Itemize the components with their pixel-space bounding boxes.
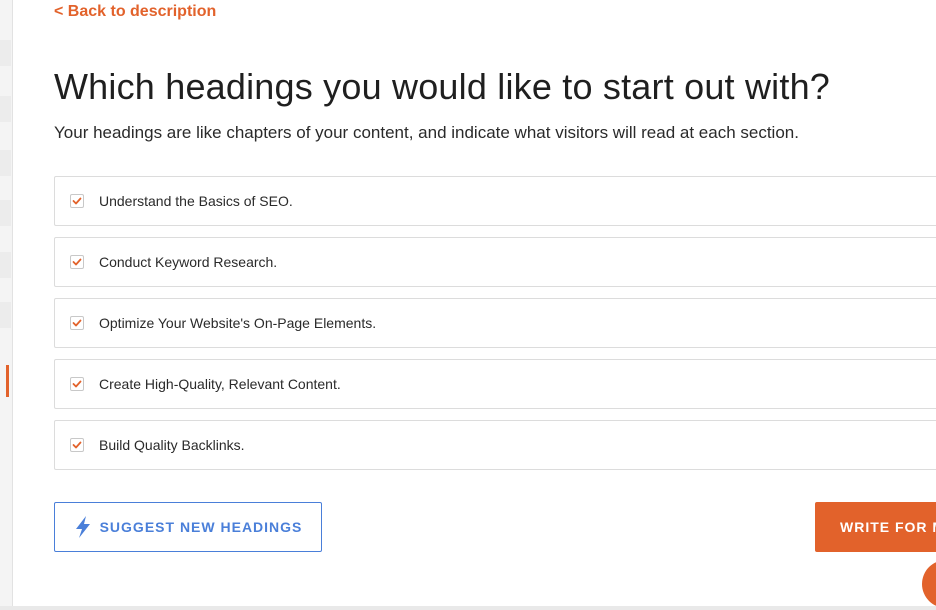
heading-option[interactable]: Conduct Keyword Research.	[54, 237, 936, 287]
heading-label: Conduct Keyword Research.	[99, 254, 278, 270]
sidebar-edge	[0, 0, 13, 610]
heading-label: Build Quality Backlinks.	[99, 437, 245, 453]
checkmark-icon	[72, 197, 82, 205]
heading-option[interactable]: Create High-Quality, Relevant Content.	[54, 359, 936, 409]
checkbox[interactable]	[70, 438, 84, 452]
lightning-bolt-icon	[75, 516, 90, 538]
checkbox[interactable]	[70, 194, 84, 208]
checkbox[interactable]	[70, 255, 84, 269]
page-title: Which headings you would like to start o…	[54, 66, 831, 107]
heading-option[interactable]: Build Quality Backlinks.	[54, 420, 936, 470]
page-subtitle: Your headings are like chapters of your …	[54, 123, 799, 142]
sidebar-band	[0, 150, 11, 176]
checkmark-icon	[72, 441, 82, 449]
heading-option[interactable]: Understand the Basics of SEO.	[54, 176, 936, 226]
checkmark-icon	[72, 319, 82, 327]
write-button-label: WRITE FOR M	[840, 519, 936, 535]
sidebar-band	[0, 200, 11, 226]
suggest-button-label: SUGGEST NEW HEADINGS	[99, 519, 303, 535]
checkbox[interactable]	[70, 377, 84, 391]
checkbox[interactable]	[70, 316, 84, 330]
sidebar-band	[0, 40, 11, 66]
checkmark-icon	[72, 258, 82, 266]
chat-launcher-button[interactable]	[922, 560, 936, 608]
sidebar-band	[0, 302, 11, 328]
heading-label: Create High-Quality, Relevant Content.	[99, 376, 341, 392]
heading-label: Understand the Basics of SEO.	[99, 193, 293, 209]
bottom-divider	[0, 606, 936, 610]
heading-option[interactable]: Optimize Your Website's On-Page Elements…	[54, 298, 936, 348]
suggest-new-headings-button[interactable]: SUGGEST NEW HEADINGS	[54, 502, 322, 552]
heading-label: Optimize Your Website's On-Page Elements…	[99, 315, 377, 331]
sidebar-band	[0, 252, 11, 278]
sidebar-band	[0, 96, 11, 122]
write-for-me-button[interactable]: WRITE FOR M	[815, 502, 936, 552]
back-to-description-link[interactable]: < Back to description	[54, 3, 216, 21]
heading-list: Understand the Basics of SEO. Conduct Ke…	[54, 176, 936, 481]
checkmark-icon	[72, 380, 82, 388]
sidebar-active-indicator	[6, 365, 9, 397]
